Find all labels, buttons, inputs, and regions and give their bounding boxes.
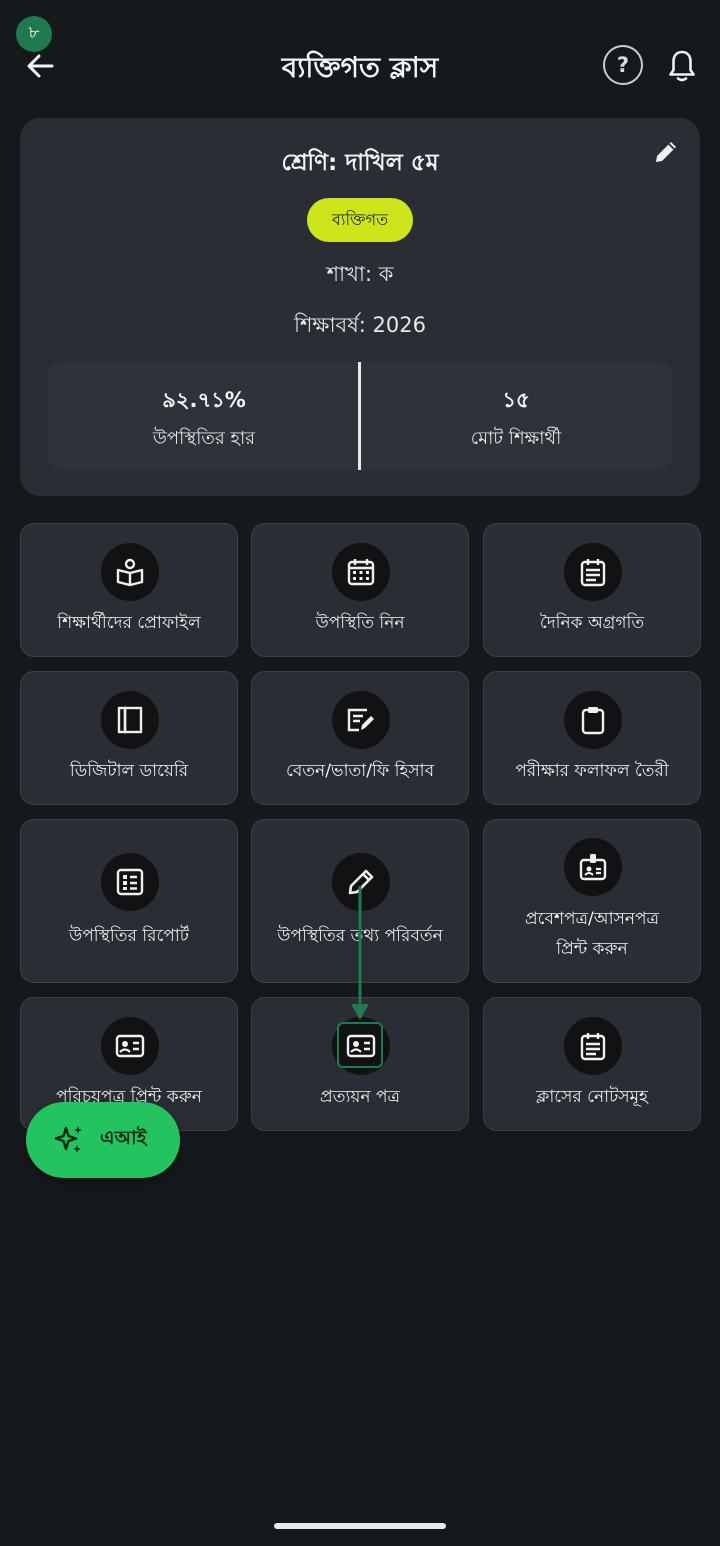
calendar-notes-icon	[580, 1033, 606, 1061]
total-students-stat: ১৫ মোট শিক্ষার্থী	[360, 362, 672, 470]
tile-label: উপস্থিতি নিন	[315, 613, 405, 633]
tile-label: ডিজিটাল ডায়েরি	[69, 761, 189, 781]
icon-holder	[564, 691, 622, 749]
sparkles-icon	[54, 1126, 82, 1153]
pencil-icon	[348, 869, 374, 895]
section-text: শাখা: ক	[326, 262, 394, 286]
tile-label: উপস্থিতির তথ্য পরিবর্তন	[277, 926, 443, 946]
icon-holder	[101, 543, 159, 601]
icon-holder	[564, 838, 622, 896]
id-card-icon	[346, 1034, 376, 1058]
tile-label: শিক্ষার্থীদের প্রোফাইল	[57, 613, 201, 633]
id-card-icon	[115, 1034, 145, 1058]
bell-icon	[669, 50, 695, 82]
icon-holder	[332, 691, 390, 749]
tile-label-line-1: প্রবেশপত্র/আসনপত্র	[524, 909, 660, 929]
tile-fee-accounts[interactable]: বেতন/ভাতা/ফি হিসাব	[251, 671, 469, 805]
calendar-grid-icon	[347, 559, 375, 586]
academic-year-text: শিক্ষাবর্ষ: 2026	[294, 313, 426, 337]
tile-take-attendance[interactable]: উপস্থিতি নিন	[251, 523, 469, 657]
tile-label: ক্লাসের নোটসমূহ	[536, 1087, 648, 1107]
tile-label: প্রত্যয়ন পত্র	[320, 1087, 400, 1107]
class-info-card: শ্রেণি: দাখিল ৫ম ব্যক্তিগত শাখা: ক শিক্ষ…	[20, 118, 700, 496]
edit-list-icon	[347, 708, 374, 732]
attendance-rate-label: উপস্থিতির হার	[152, 428, 256, 449]
diary-books-icon	[117, 706, 143, 734]
tile-label: পরীক্ষার ফলাফল তৈরী	[515, 761, 669, 781]
tile-attendance-report[interactable]: উপস্থিতির রিপোর্ট	[20, 819, 238, 983]
help-button[interactable]: ?	[603, 45, 643, 85]
icon-holder	[332, 853, 390, 911]
tile-student-profiles[interactable]: শিক্ষার্থীদের প্রোফাইল	[20, 523, 238, 657]
class-type-chip: ব্যক্তিগত	[307, 198, 413, 242]
total-students-label: মোট শিক্ষার্থী	[470, 428, 562, 449]
tile-label: উপস্থিতির রিপোর্ট	[68, 926, 190, 946]
icon-holder	[101, 1017, 159, 1075]
notification-button[interactable]	[660, 44, 704, 88]
badge-id-icon	[579, 854, 607, 881]
tile-admit-card-print[interactable]: প্রবেশপত্র/আসনপত্র প্রিন্ট করুন	[483, 819, 701, 983]
icon-holder	[332, 1017, 390, 1075]
attendance-rate-stat: ৯২.৭১% উপস্থিতির হার	[48, 362, 360, 470]
ai-button-label: এআই	[100, 1127, 147, 1149]
tile-digital-diary[interactable]: ডিজিটাল ডায়েরি	[20, 671, 238, 805]
icon-holder	[332, 543, 390, 601]
calendar-notes-icon	[580, 559, 606, 587]
icon-holder	[564, 543, 622, 601]
book-user-icon	[116, 558, 144, 587]
report-list-icon	[116, 868, 144, 896]
step-badge: ৮	[16, 16, 52, 52]
icon-holder	[564, 1017, 622, 1075]
app-header: ব্যক্তিগত ক্লাস ?	[0, 0, 720, 120]
tile-edit-attendance[interactable]: উপস্থিতির তথ্য পরিবর্তন	[251, 819, 469, 983]
tile-class-notes[interactable]: ক্লাসের নোটসমূহ	[483, 997, 701, 1131]
tile-daily-progress[interactable]: দৈনিক অগ্রগতি	[483, 523, 701, 657]
home-indicator[interactable]	[274, 1523, 446, 1529]
tile-label: বেতন/ভাতা/ফি হিসাব	[285, 761, 435, 781]
class-title: শ্রেণি: দাখিল ৫ম	[281, 150, 439, 176]
icon-holder	[101, 853, 159, 911]
attendance-rate-value: ৯২.৭১%	[162, 388, 246, 412]
tile-exam-results[interactable]: পরীক্ষার ফলাফল তৈরী	[483, 671, 701, 805]
tile-label: দৈনিক অগ্রগতি	[539, 613, 645, 633]
icon-holder	[101, 691, 159, 749]
tile-certificate[interactable]: প্রত্যয়ন পত্র	[251, 997, 469, 1131]
screen: ব্যক্তিগত ক্লাস ? ৮ শ্রেণি: দাখিল ৫ম ব্য…	[0, 0, 720, 1546]
ai-assistant-button[interactable]: এআই	[26, 1102, 180, 1178]
clipboard-icon	[581, 707, 605, 735]
tile-label-line-2: প্রিন্ট করুন	[556, 939, 628, 959]
stats-box: ৯২.৭১% উপস্থিতির হার ১৫ মোট শিক্ষার্থী	[48, 362, 672, 470]
total-students-value: ১৫	[502, 388, 530, 412]
